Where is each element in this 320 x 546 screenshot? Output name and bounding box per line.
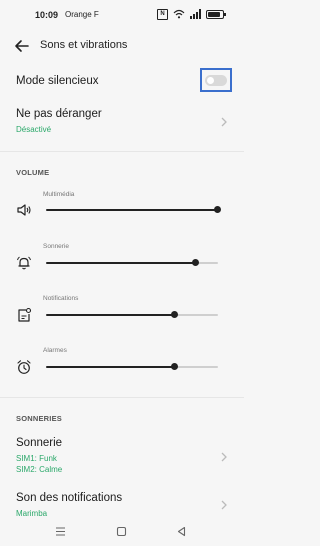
slider-thumb[interactable] <box>171 311 178 318</box>
page-title: Sons et vibrations <box>40 39 128 51</box>
navigation-bar <box>0 518 244 546</box>
volume-section-header: VOLUME <box>16 168 50 177</box>
slider-fill <box>46 262 196 264</box>
nfc-icon: N <box>157 8 168 20</box>
slider-rest <box>175 314 218 316</box>
home-icon[interactable] <box>116 526 127 537</box>
menu-icon[interactable] <box>55 526 66 537</box>
status-bar: 10:09 Orange F N <box>0 0 244 30</box>
chevron-right-icon <box>221 452 227 462</box>
notification-icon <box>18 307 32 322</box>
slider-notifications[interactable] <box>46 310 218 320</box>
chevron-right-icon <box>221 117 227 127</box>
ringtones-section-header: SONNERIES <box>16 414 62 423</box>
back-arrow-icon[interactable] <box>13 37 31 55</box>
slider-thumb[interactable] <box>192 259 199 266</box>
toggle-knob <box>207 77 214 84</box>
slider-multimedia[interactable] <box>46 205 221 215</box>
battery-icon <box>206 9 226 19</box>
speaker-icon <box>17 204 31 216</box>
divider <box>0 397 244 398</box>
ringtone-sim2: SIM2: Calme <box>16 465 63 474</box>
ringtone-sim1: SIM1: Funk <box>16 454 57 463</box>
slider-label-ringtone: Sonnerie <box>43 243 70 250</box>
do-not-disturb-status: Désactivé <box>16 125 52 134</box>
status-carrier: Orange F <box>65 10 99 19</box>
notification-sound-value: Marimba <box>16 509 48 518</box>
slider-label-notifications: Notifications <box>43 295 79 302</box>
divider <box>0 151 244 152</box>
ringtone-label: Sonnerie <box>16 437 63 449</box>
slider-fill <box>46 366 175 368</box>
silent-mode-label: Mode silencieux <box>16 75 99 87</box>
slider-ringtone[interactable] <box>46 258 218 268</box>
wifi-icon <box>173 9 185 19</box>
slider-fill <box>46 314 175 316</box>
slider-rest <box>196 262 218 264</box>
slider-thumb[interactable] <box>171 363 178 370</box>
alarm-clock-icon <box>17 360 31 374</box>
slider-rest <box>175 366 218 368</box>
back-icon[interactable] <box>176 526 187 537</box>
chevron-right-icon <box>221 500 227 510</box>
notification-sound-label: Son des notifications <box>16 492 123 504</box>
slider-label-multimedia: Multimédia <box>43 191 75 198</box>
slider-thumb[interactable] <box>214 206 221 213</box>
signal-icon <box>190 9 201 19</box>
slider-fill <box>46 209 218 211</box>
slider-label-alarms: Alarmes <box>43 347 67 354</box>
status-time: 10:09 <box>35 10 59 20</box>
slider-alarms[interactable] <box>46 362 218 372</box>
do-not-disturb-label: Ne pas déranger <box>16 108 102 120</box>
status-icons: N <box>157 8 226 20</box>
bell-icon <box>17 256 31 270</box>
